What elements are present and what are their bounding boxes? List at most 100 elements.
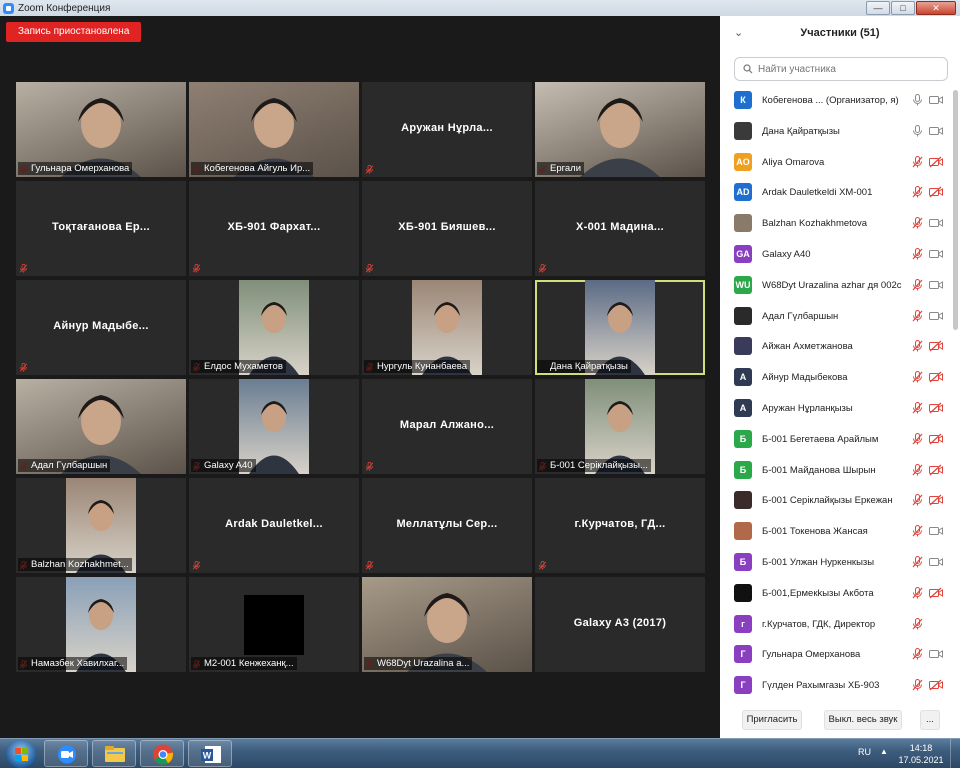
participant-name: Б-001 Серіклайқызы Еркежан [762, 495, 893, 507]
participant-row[interactable]: Б-001,Ермекkызы Акбота [720, 579, 952, 610]
video-tile[interactable]: Аружан Нұрла... [362, 82, 532, 177]
video-tile[interactable]: Меллатұлы Сер... [362, 478, 532, 573]
tile-caption-name: Намазбек Хавилхаг... [18, 657, 128, 670]
tile-caption-name: Адал Гүлбаршын [18, 459, 111, 472]
video-icon [929, 280, 943, 289]
video-tile[interactable]: Елдос Мухаметов [189, 280, 359, 375]
video-tile[interactable]: Нургуль Кунанбаева [362, 280, 532, 375]
video-tile[interactable]: Адал Гүлбаршын [16, 379, 186, 474]
video-tile[interactable]: Кобегенова Айгуль Ир... [189, 82, 359, 177]
participant-search[interactable] [734, 57, 948, 81]
taskbar-explorer[interactable] [92, 740, 136, 767]
window-title-bar: Zoom Конференция — □ ✕ [0, 0, 960, 16]
muted-mic-icon [912, 248, 923, 260]
video-tile[interactable]: W68Dyt Urazalina a... [362, 577, 532, 672]
tile-display-name: Х-001 Мадина... [576, 221, 664, 233]
tile-display-name: Ardak Dauletkel... [225, 518, 323, 530]
language-indicator[interactable]: RU [858, 747, 871, 757]
video-tile[interactable]: Balzhan Kozhakhmet... [16, 478, 186, 573]
svg-text:W: W [203, 751, 212, 761]
video-tile[interactable]: Ергали [535, 82, 705, 177]
video-tile[interactable]: ХБ-901 Фархат... [189, 181, 359, 276]
video-tile[interactable]: Дана Қайратқызы [535, 280, 705, 375]
participant-row[interactable]: А Айнур Мадыбекова [720, 363, 952, 394]
recording-paused-badge[interactable]: Запись приостановлена [6, 22, 142, 42]
mute-all-button[interactable]: Выкл. весь звук [824, 710, 902, 730]
video-tile[interactable]: Марал Алжано... [362, 379, 532, 474]
participant-row[interactable]: Адал Гүлбаршын [720, 302, 952, 333]
video-tile[interactable]: Айнур Мадыбе... [16, 280, 186, 375]
windows-logo-icon [15, 748, 28, 761]
participant-row[interactable]: Б-001 Токенова Жансая [720, 517, 952, 548]
close-button[interactable]: ✕ [916, 1, 956, 15]
video-off-icon [929, 433, 943, 445]
participant-row[interactable]: Дана Қайратқызы [720, 117, 952, 148]
participant-row[interactable]: AD Ardak Dauletkeldi ХМ-001 [720, 178, 952, 209]
muted-mic-icon [365, 462, 374, 471]
start-button[interactable] [6, 740, 36, 768]
video-tile[interactable]: Galaxy A3 (2017) [535, 577, 705, 672]
participant-row[interactable]: Б Б-001 Улжан Нуркенкызы [720, 548, 952, 579]
video-icon [929, 558, 943, 566]
tile-display-name: Galaxy A3 (2017) [573, 617, 667, 629]
show-desktop-button[interactable] [950, 739, 960, 768]
muted-mic-icon [365, 264, 374, 273]
participant-row[interactable]: А Аружан Нұрланқызы [720, 394, 952, 425]
participant-name: г.Курчатов, ГДК, Директор [762, 618, 876, 630]
participant-row[interactable]: К Кобегенова ... (Организатор, я) [720, 86, 952, 117]
participant-row[interactable]: Г Гүлден Рахымгазы ХБ-903 [720, 671, 952, 702]
muted-mic-icon [912, 525, 923, 537]
avatar [734, 214, 752, 233]
video-off-icon [929, 156, 943, 168]
video-tile[interactable]: М2-001 Кенжеханқ... [189, 577, 359, 672]
muted-mic-icon [912, 617, 923, 630]
tile-display-name: Меллатұлы Сер... [396, 518, 498, 530]
tray-expand-icon[interactable]: ▲ [880, 747, 888, 756]
participant-name: Айнур Мадыбекова [762, 372, 848, 384]
video-tile[interactable]: Galaxy A40 [189, 379, 359, 474]
participant-row[interactable]: Б-001 Серіклайқызы Еркежан [720, 486, 952, 517]
video-tile[interactable]: Гульнара Омерханова [16, 82, 186, 177]
zoom-app-icon [3, 2, 14, 14]
video-tile[interactable]: ХБ-901 Бияшев... [362, 181, 532, 276]
minimize-button[interactable]: — [866, 1, 890, 15]
video-tile[interactable]: г.Курчатов, ГД... [535, 478, 705, 573]
more-options-button[interactable]: ... [920, 710, 940, 730]
participant-list-scrollbar[interactable] [953, 90, 958, 330]
participant-row[interactable]: AO Aliya Omarova [720, 148, 952, 179]
video-tile[interactable]: Намазбек Хавилхаг... [16, 577, 186, 672]
participant-row[interactable]: Айжан Ахметжанова [720, 332, 952, 363]
taskbar-chrome[interactable] [140, 740, 184, 767]
search-input[interactable] [758, 63, 938, 75]
invite-button[interactable]: Пригласить [742, 710, 802, 730]
avatar: Б [734, 460, 752, 479]
tile-caption-name: Ергали [537, 162, 585, 175]
avatar [734, 306, 752, 325]
clock[interactable]: 14:18 17.05.2021 [896, 742, 946, 766]
video-tile[interactable]: Ardak Dauletkel... [189, 478, 359, 573]
video-icon [929, 311, 943, 320]
video-off-icon [929, 340, 943, 352]
tile-display-name: Аружан Нұрла... [401, 122, 493, 134]
participant-row[interactable]: Balzhan Kozhakhmetova [720, 209, 952, 240]
participant-row[interactable]: Б Б-001 Бегетаева Арайлым [720, 425, 952, 456]
participant-row[interactable]: GA Galaxy A40 [720, 240, 952, 271]
video-tile[interactable]: Б-001 Серіклайқызы... [535, 379, 705, 474]
participant-row[interactable]: Г Гульнара Омерханова [720, 640, 952, 671]
video-off-icon [929, 494, 943, 506]
tile-caption-name: Кобегенова Айгуль Ир... [191, 162, 314, 175]
taskbar-zoom[interactable] [44, 740, 88, 767]
video-tile[interactable]: Тоқтағанова Ер... [16, 181, 186, 276]
video-icon [929, 219, 943, 228]
participant-row[interactable]: WU W68Dyt Urazalina azhar дя 002с [720, 271, 952, 302]
maximize-button[interactable]: □ [891, 1, 915, 15]
video-tile[interactable]: Х-001 Мадина... [535, 181, 705, 276]
participants-title: Участники (51) [800, 27, 880, 39]
muted-mic-icon [912, 402, 923, 414]
muted-mic-icon [192, 264, 201, 273]
participant-name: Дана Қайратқызы [762, 125, 840, 137]
participant-row[interactable]: г г.Курчатов, ГДК, Директор [720, 610, 952, 641]
taskbar-word[interactable]: W [188, 740, 232, 767]
tile-display-name: Тоқтағанова Ер... [52, 221, 150, 233]
participant-row[interactable]: Б Б-001 Майданова Шырын [720, 456, 952, 487]
